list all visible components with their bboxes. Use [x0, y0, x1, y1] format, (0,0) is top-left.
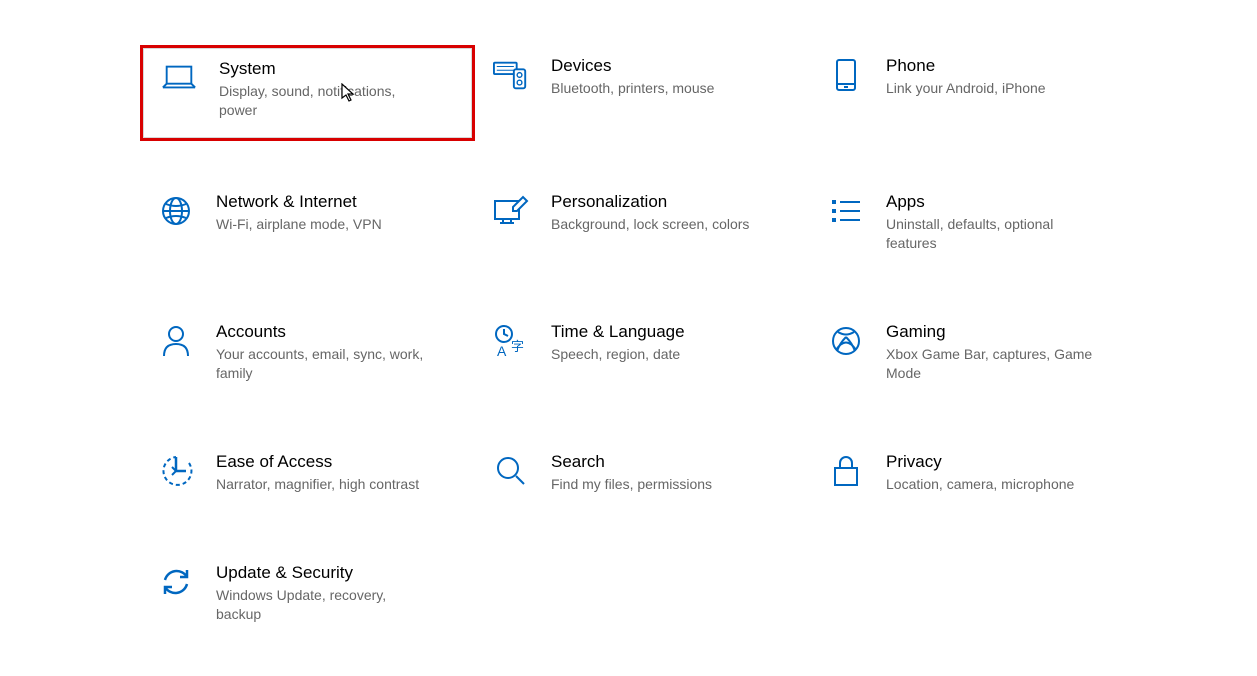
category-title: Apps — [886, 191, 1123, 213]
category-text: Gaming Xbox Game Bar, captures, Game Mod… — [886, 321, 1133, 383]
category-text: Update & Security Windows Update, recove… — [216, 562, 463, 624]
category-phone[interactable]: Phone Link your Android, iPhone — [810, 45, 1145, 141]
category-desc: Location, camera, microphone — [886, 475, 1096, 494]
category-text: Search Find my files, permissions — [551, 451, 798, 494]
globe-icon — [158, 193, 194, 229]
category-network[interactable]: Network & Internet Wi-Fi, airplane mode,… — [140, 181, 475, 271]
devices-icon — [493, 57, 529, 93]
category-title: Gaming — [886, 321, 1123, 343]
category-text: Time & Language Speech, region, date — [551, 321, 798, 364]
category-desc: Speech, region, date — [551, 345, 761, 364]
settings-categories-grid: System Display, sound, notifications, po… — [140, 45, 1257, 642]
category-text: System Display, sound, notifications, po… — [219, 58, 460, 120]
category-desc: Your accounts, email, sync, work, family — [216, 345, 426, 383]
category-desc: Uninstall, defaults, optional features — [886, 215, 1096, 253]
category-devices[interactable]: Devices Bluetooth, printers, mouse — [475, 45, 810, 141]
svg-text:字: 字 — [511, 339, 524, 354]
category-ease-of-access[interactable]: Ease of Access Narrator, magnifier, high… — [140, 441, 475, 512]
category-title: Privacy — [886, 451, 1123, 473]
category-personalization[interactable]: Personalization Background, lock screen,… — [475, 181, 810, 271]
personalization-icon — [493, 193, 529, 229]
category-accounts[interactable]: Accounts Your accounts, email, sync, wor… — [140, 311, 475, 401]
category-update-security[interactable]: Update & Security Windows Update, recove… — [140, 552, 475, 642]
ease-of-access-icon — [158, 453, 194, 489]
lock-icon — [828, 453, 864, 489]
search-icon — [493, 453, 529, 489]
sync-icon — [158, 564, 194, 600]
time-language-icon: A 字 — [493, 323, 529, 359]
category-text: Phone Link your Android, iPhone — [886, 55, 1133, 98]
category-title: Ease of Access — [216, 451, 453, 473]
category-desc: Wi-Fi, airplane mode, VPN — [216, 215, 426, 234]
category-system[interactable]: System Display, sound, notifications, po… — [140, 45, 475, 141]
person-icon — [158, 323, 194, 359]
category-title: Phone — [886, 55, 1123, 77]
category-desc: Link your Android, iPhone — [886, 79, 1096, 98]
apps-icon — [828, 193, 864, 229]
category-privacy[interactable]: Privacy Location, camera, microphone — [810, 441, 1145, 512]
category-text: Devices Bluetooth, printers, mouse — [551, 55, 798, 98]
category-text: Network & Internet Wi-Fi, airplane mode,… — [216, 191, 463, 234]
category-search[interactable]: Search Find my files, permissions — [475, 441, 810, 512]
category-time-language[interactable]: A 字 Time & Language Speech, region, date — [475, 311, 810, 401]
category-apps[interactable]: Apps Uninstall, defaults, optional featu… — [810, 181, 1145, 271]
category-text: Ease of Access Narrator, magnifier, high… — [216, 451, 463, 494]
laptop-icon — [161, 60, 197, 96]
category-title: Accounts — [216, 321, 453, 343]
category-text: Personalization Background, lock screen,… — [551, 191, 798, 234]
category-gaming[interactable]: Gaming Xbox Game Bar, captures, Game Mod… — [810, 311, 1145, 401]
category-title: Devices — [551, 55, 788, 77]
category-desc: Bluetooth, printers, mouse — [551, 79, 761, 98]
category-text: Privacy Location, camera, microphone — [886, 451, 1133, 494]
category-desc: Xbox Game Bar, captures, Game Mode — [886, 345, 1096, 383]
category-desc: Display, sound, notifications, power — [219, 82, 429, 120]
svg-text:A: A — [497, 343, 507, 358]
category-title: Time & Language — [551, 321, 788, 343]
category-desc: Find my files, permissions — [551, 475, 761, 494]
category-text: Apps Uninstall, defaults, optional featu… — [886, 191, 1133, 253]
xbox-icon — [828, 323, 864, 359]
category-title: Network & Internet — [216, 191, 453, 213]
category-title: Update & Security — [216, 562, 453, 584]
category-text: Accounts Your accounts, email, sync, wor… — [216, 321, 463, 383]
category-desc: Background, lock screen, colors — [551, 215, 761, 234]
category-title: Search — [551, 451, 788, 473]
category-title: Personalization — [551, 191, 788, 213]
phone-icon — [828, 57, 864, 93]
category-title: System — [219, 58, 450, 80]
category-desc: Narrator, magnifier, high contrast — [216, 475, 426, 494]
category-desc: Windows Update, recovery, backup — [216, 586, 426, 624]
